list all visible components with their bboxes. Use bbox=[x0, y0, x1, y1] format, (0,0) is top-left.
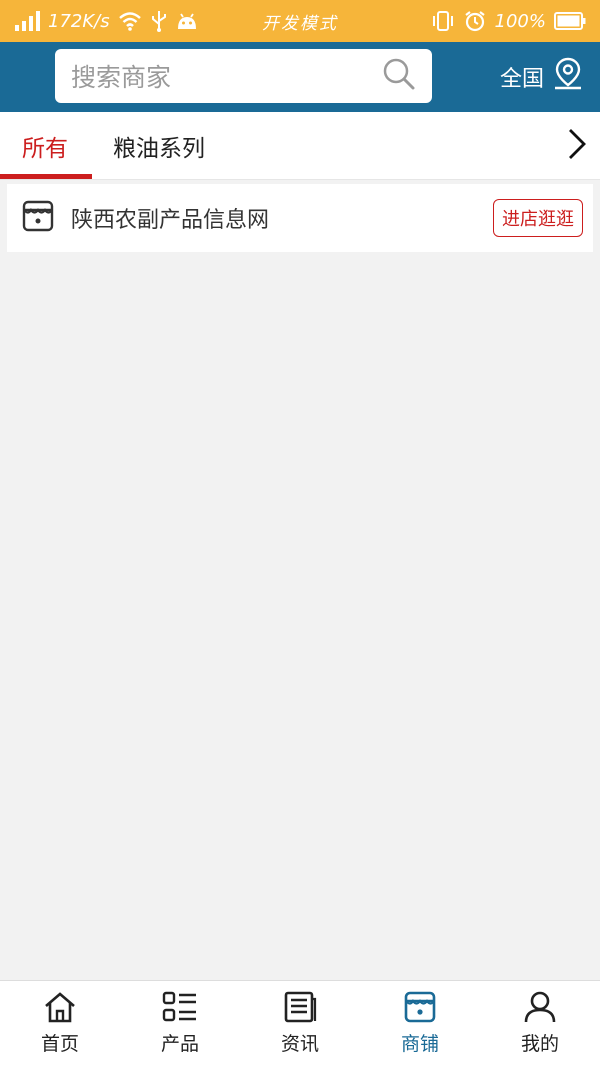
location-pin-icon bbox=[552, 57, 584, 97]
wifi-icon bbox=[118, 11, 142, 31]
bottom-nav: 首页 产品 资讯 商铺 我的 bbox=[0, 980, 600, 1067]
category-tabs: 所有 粮油系列 bbox=[0, 112, 600, 180]
nav-home[interactable]: 首页 bbox=[0, 981, 120, 1067]
shop-icon bbox=[403, 991, 437, 1023]
search-placeholder: 搜索商家 bbox=[71, 63, 172, 92]
search-icon[interactable] bbox=[382, 57, 416, 95]
search-input[interactable]: 搜索商家 bbox=[55, 49, 432, 103]
signal-icon bbox=[14, 11, 40, 31]
alarm-icon bbox=[463, 10, 487, 32]
tab-grain-oil[interactable]: 粮油系列 bbox=[113, 112, 205, 180]
visit-store-button[interactable]: 进店逛逛 bbox=[493, 199, 583, 237]
list-icon bbox=[162, 991, 198, 1023]
header: 搜索商家 全国 bbox=[0, 42, 600, 112]
shop-name: 陕西农副产品信息网 bbox=[71, 208, 270, 233]
nav-home-label: 首页 bbox=[40, 1033, 79, 1055]
battery-percent: 100% bbox=[494, 10, 546, 32]
nav-mine[interactable]: 我的 bbox=[480, 981, 600, 1067]
store-icon bbox=[21, 199, 55, 237]
nav-news[interactable]: 资讯 bbox=[240, 981, 360, 1067]
nav-shops-label: 商铺 bbox=[400, 1033, 439, 1055]
nav-products-label: 产品 bbox=[160, 1033, 199, 1055]
active-tab-indicator bbox=[0, 174, 92, 179]
status-bar: 172K/s 开发模式 100% bbox=[0, 0, 600, 42]
vibrate-icon bbox=[431, 10, 455, 32]
android-icon bbox=[176, 11, 198, 31]
chevron-right-icon bbox=[566, 127, 588, 165]
nav-mine-label: 我的 bbox=[520, 1033, 559, 1055]
news-icon bbox=[283, 991, 317, 1023]
user-icon bbox=[523, 991, 557, 1023]
tabs-next-button[interactable] bbox=[566, 112, 588, 180]
home-icon bbox=[43, 991, 77, 1023]
tab-all[interactable]: 所有 bbox=[22, 112, 68, 180]
region-label: 全国 bbox=[499, 67, 544, 92]
usb-icon bbox=[150, 10, 168, 32]
nav-products[interactable]: 产品 bbox=[120, 981, 240, 1067]
region-selector[interactable]: 全国 bbox=[500, 42, 584, 112]
nav-shops[interactable]: 商铺 bbox=[360, 981, 480, 1067]
list-item[interactable]: 陕西农副产品信息网 进店逛逛 bbox=[7, 184, 593, 252]
network-speed: 172K/s bbox=[48, 10, 110, 32]
battery-icon bbox=[554, 12, 586, 30]
nav-news-label: 资讯 bbox=[280, 1033, 319, 1055]
